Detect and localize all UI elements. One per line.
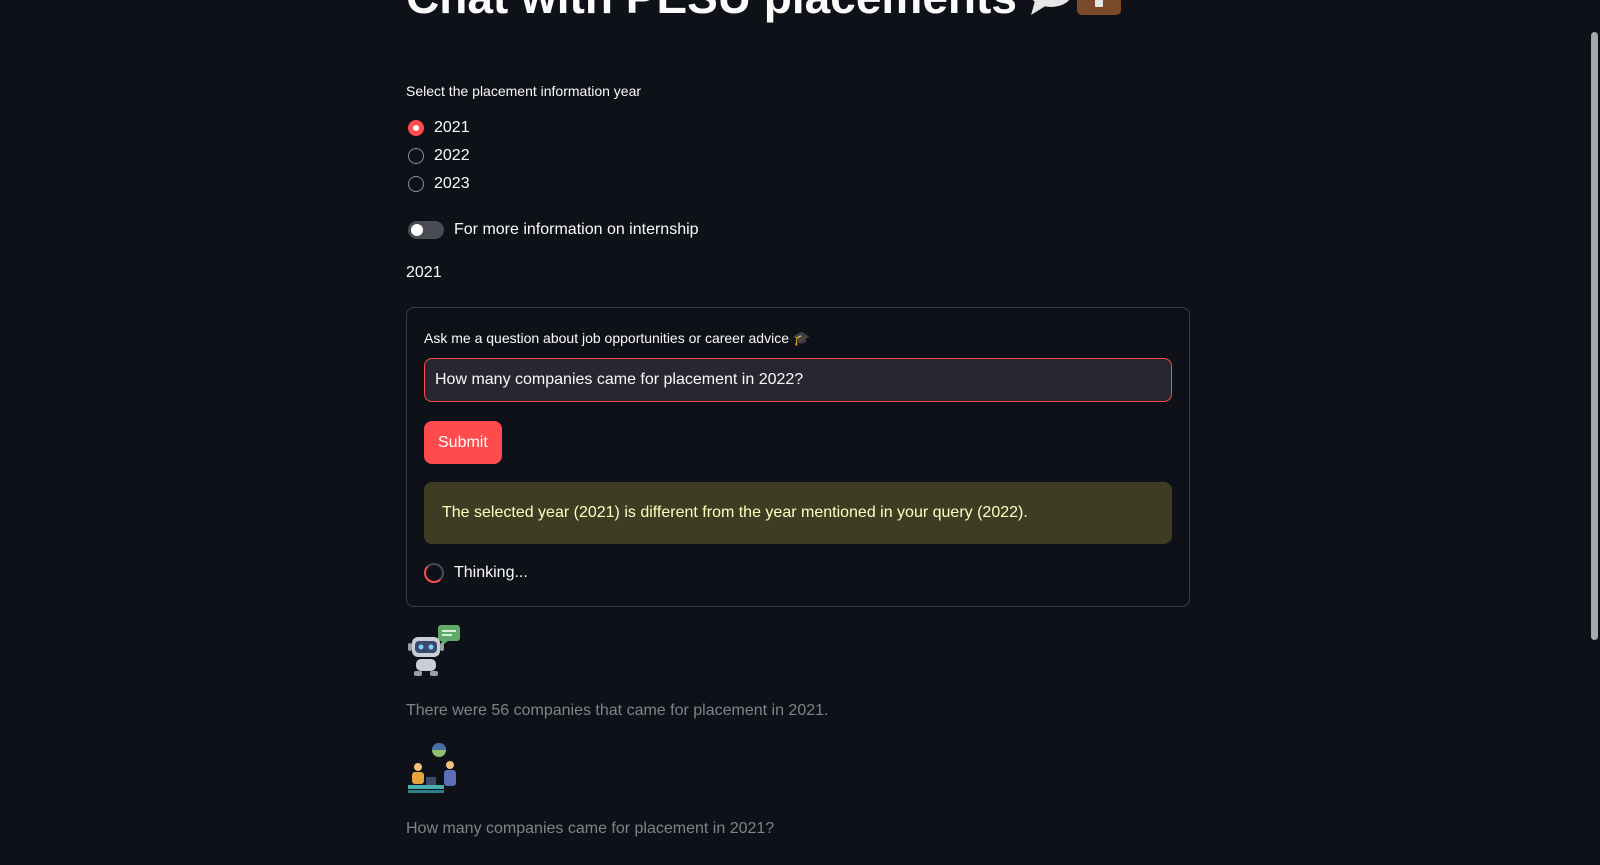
radio-unchecked-icon[interactable] — [408, 148, 424, 164]
user-avatar-icon — [406, 741, 462, 797]
radio-option-2021[interactable]: 2021 — [406, 114, 470, 142]
internship-toggle[interactable] — [408, 221, 444, 239]
scrollbar[interactable] — [1588, 0, 1600, 865]
thinking-status: Thinking... — [424, 559, 528, 587]
page-title: Chat with PESU placements — [406, 0, 1123, 29]
radio-option-2022[interactable]: 2022 — [406, 142, 470, 170]
question-form: Ask me a question about job opportunitie… — [406, 307, 1190, 607]
radio-label-2023: 2023 — [434, 175, 470, 192]
question-label: Ask me a question about job opportunitie… — [424, 330, 811, 346]
app-page: Chat with PESU placements Select the pla… — [0, 0, 1600, 865]
internship-toggle-label: For more information on internship — [454, 221, 699, 238]
question-input[interactable] — [424, 358, 1172, 402]
toggle-knob — [411, 224, 423, 236]
bot-message-text: There were 56 companies that came for pl… — [406, 702, 829, 719]
thinking-text: Thinking... — [454, 564, 528, 581]
radio-unchecked-icon[interactable] — [408, 176, 424, 192]
radio-label-2021: 2021 — [434, 119, 470, 136]
year-mismatch-warning: The selected year (2021) is different fr… — [424, 482, 1172, 544]
spinner-icon — [424, 563, 444, 583]
warning-text: The selected year (2021) is different fr… — [442, 504, 1028, 521]
user-message-text: How many companies came for placement in… — [406, 820, 775, 837]
speech-bubble-briefcase-icon — [1027, 0, 1123, 29]
internship-toggle-row[interactable]: For more information on internship — [406, 218, 699, 242]
scrollbar-thumb[interactable] — [1591, 32, 1598, 640]
selected-year-text: 2021 — [406, 264, 442, 281]
radio-checked-icon[interactable] — [408, 120, 424, 136]
radio-option-2023[interactable]: 2023 — [406, 170, 470, 198]
year-selector-label: Select the placement information year — [406, 83, 642, 99]
submit-button[interactable]: Submit — [424, 421, 502, 464]
radio-label-2022: 2022 — [434, 147, 470, 164]
robot-avatar-icon — [406, 623, 462, 679]
year-radio-group: 2021 2022 2023 — [406, 114, 470, 198]
